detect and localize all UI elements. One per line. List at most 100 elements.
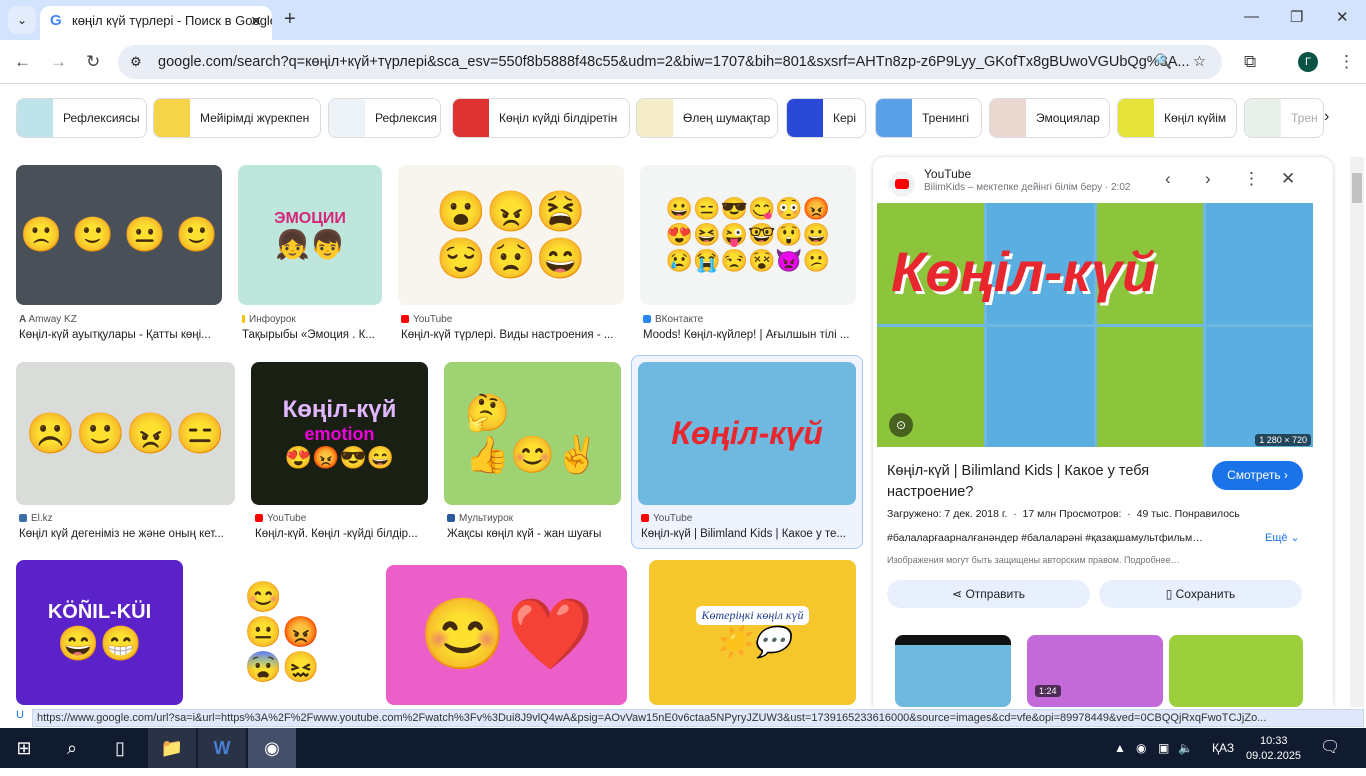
share-icon: ⋖ <box>952 587 966 601</box>
text-label: Көтеріңкі көңіл күй <box>695 605 810 625</box>
save-button[interactable]: ▯ Сохранить <box>1099 580 1302 608</box>
result-image[interactable]: Көтеріңкі көңіл күй ☀️💬 <box>649 560 856 705</box>
chip[interactable]: Рефлексия <box>328 98 441 138</box>
text-label: Көңіл-күй <box>671 415 823 451</box>
word-icon[interactable]: W <box>198 728 246 768</box>
clock-date[interactable]: 09.02.2025 <box>1246 736 1301 776</box>
minimize-button[interactable]: — <box>1244 8 1259 25</box>
result-image[interactable]: 😮😠😫 😌😟😄 <box>398 165 624 305</box>
result-source: YouTube <box>255 513 306 524</box>
file-explorer-icon[interactable]: 📁 <box>148 728 196 768</box>
result-image[interactable]: Көңіл-күй <box>638 362 856 505</box>
panel-meta: Загружено: 7 дек. 2018 г. · 17 млн Просм… <box>887 508 1240 520</box>
next-icon[interactable]: › <box>1205 169 1211 189</box>
extensions-icon[interactable]: ⧉ <box>1244 52 1256 72</box>
chip[interactable]: Кері <box>786 98 866 138</box>
text-label: KÖÑIL-KÜI <box>47 601 152 623</box>
bookmark-icon: ▯ <box>1165 587 1176 601</box>
result-source: YouTube <box>641 513 692 524</box>
show-hidden-icons[interactable]: ▲ <box>1114 728 1126 768</box>
related-searches: Рефлексиясы Мейірімді жүрекпен Рефлексия… <box>0 98 1345 138</box>
bookmark-star-icon[interactable]: ☆ <box>1193 45 1206 79</box>
battery-icon[interactable]: ▣ <box>1158 728 1169 768</box>
close-tab-icon[interactable]: ✕ <box>250 6 262 36</box>
related-image[interactable] <box>1169 635 1303 707</box>
site-settings-icon[interactable]: ⚙ <box>130 45 142 79</box>
tab-bar: ⌄ Gкөңіл күй түрлері - Поиск в Google ✕ +… <box>0 0 1366 40</box>
tab-search-button[interactable]: ⌄ <box>8 6 36 34</box>
active-tab[interactable]: Gкөңіл күй түрлері - Поиск в Google ✕ <box>40 6 272 40</box>
result-title[interactable]: Moods! Көңіл-күйлер! | Ағылшын тілі ... <box>643 329 849 341</box>
result-source: Инфоурок <box>242 314 296 325</box>
result-title[interactable]: Көңіл-күй. Көңіл -күйді білдір... <box>255 528 418 540</box>
more-options-icon[interactable]: ⋮ <box>1243 169 1260 189</box>
panel-title[interactable]: Көңіл-күй | Bilimland Kids | Какое у теб… <box>887 461 1197 503</box>
video-duration: 1:24 <box>1035 685 1061 697</box>
result-image[interactable]: 😊❤️ <box>386 565 627 705</box>
close-icon[interactable]: ✕ <box>1281 169 1295 189</box>
panel-channel: BilimKids – мектепке дейінгі білім беру … <box>924 182 1131 193</box>
address-bar[interactable]: ⚙ google.com/search?q=көңіл+күй+түрлері&s… <box>118 45 1222 79</box>
new-tab-button[interactable]: + <box>284 8 296 31</box>
text-label: Рефлексия <box>375 111 438 125</box>
result-image[interactable]: 😊 😐😡 😨😖 <box>199 560 365 705</box>
chip[interactable]: Көңіл күйім <box>1117 98 1237 138</box>
related-image[interactable]: 1:24 <box>1027 635 1163 707</box>
notifications-icon[interactable]: 🗨 <box>1320 728 1340 768</box>
chip[interactable]: Өлең шумақтар <box>636 98 778 138</box>
close-window-button[interactable]: ✕ <box>1336 8 1349 26</box>
chip[interactable]: Көңіл күйді білдіретін <box>452 98 630 138</box>
copyright-notice[interactable]: Изображения могут быть защищены авторски… <box>887 555 1180 565</box>
text-label: ВКонтакте <box>655 314 704 325</box>
windows-start-icon[interactable]: ⊞ <box>0 728 48 768</box>
search-icon[interactable]: ⌕ <box>48 728 96 768</box>
chip[interactable]: Рефлексиясы <box>16 98 147 138</box>
text-label: Инфоурок <box>249 314 296 325</box>
result-image[interactable]: 🤔 👍😊✌️ <box>444 362 621 505</box>
link-icon: U <box>16 709 24 721</box>
zoom-icon[interactable]: 🔍 <box>1154 45 1172 79</box>
status-bar: U https://www.google.com/url?sa=i&url=ht… <box>0 707 1366 728</box>
restore-button[interactable]: ❐ <box>1290 8 1303 26</box>
result-title[interactable]: Көңіл-күй | Bilimland Kids | Какое у те.… <box>641 528 846 540</box>
panel-source[interactable]: YouTube <box>924 167 971 181</box>
language-indicator[interactable]: ҚАЗ <box>1212 728 1234 768</box>
lens-icon[interactable]: ⊙ <box>889 413 913 437</box>
chip[interactable]: Тренингі <box>875 98 982 138</box>
profile-avatar[interactable]: Г <box>1298 52 1318 72</box>
related-image[interactable] <box>895 635 1011 707</box>
result-title[interactable]: Көңіл-күй ауытқулары - Қатты көңі... <box>19 329 211 341</box>
google-icon: G <box>50 12 62 29</box>
text-label: ЭМОЦИИ <box>274 209 346 227</box>
result-image[interactable]: 🙁 🙂 😐 🙂 <box>16 165 222 305</box>
text-label: YouTube <box>413 314 453 325</box>
result-image[interactable]: 😀😑😎😋😳😡 😍😆😜🤓😲😀 😢😭😒😵👿😕 <box>640 165 856 305</box>
watch-button[interactable]: Смотреть › <box>1212 461 1303 490</box>
more-button[interactable]: Ещё ⌄ <box>1265 531 1300 544</box>
result-image[interactable]: ЭМОЦИИ 👧👦 <box>238 165 382 305</box>
forward-icon[interactable]: → <box>50 52 67 72</box>
result-title[interactable]: Жақсы көңіл күй - жан шуағы <box>447 528 601 540</box>
text-label: Мейірімді жүрекпен <box>200 111 310 125</box>
result-title[interactable]: Көңіл күй дегеніміз не және оның кет... <box>19 528 224 540</box>
record-icon[interactable]: ◉ <box>1136 728 1146 768</box>
back-icon[interactable]: ← <box>14 52 31 72</box>
previous-icon[interactable]: ‹ <box>1165 169 1171 189</box>
page-scrollbar[interactable] <box>1350 157 1364 707</box>
chip[interactable]: Мейірімді жүрекпен <box>153 98 321 138</box>
reload-icon[interactable]: ↻ <box>86 52 100 72</box>
volume-icon[interactable]: 🔈 <box>1178 728 1193 768</box>
result-image[interactable]: Көңіл-күй emotion 😍😡😎😄 <box>251 362 428 505</box>
result-image[interactable]: ☹️🙂😠😑 <box>16 362 235 505</box>
share-button[interactable]: ⋖ Отправить <box>887 580 1090 608</box>
menu-icon[interactable]: ⋮ <box>1338 52 1355 72</box>
text-label: Кері <box>833 111 857 125</box>
result-image[interactable]: KÖÑIL-KÜI 😄😁 <box>16 560 183 705</box>
chip[interactable]: Трен <box>1244 98 1324 138</box>
chevron-right-icon[interactable]: › <box>1324 108 1329 126</box>
chrome-icon[interactable]: ◉ <box>248 728 296 768</box>
result-title[interactable]: Тақырыбы «Эмоция . К... <box>242 329 375 341</box>
chip[interactable]: Эмоциялар <box>989 98 1110 138</box>
task-view-icon[interactable]: ▯ <box>96 728 144 768</box>
result-title[interactable]: Көңіл-күй түрлері. Виды настроения - ... <box>401 329 613 341</box>
